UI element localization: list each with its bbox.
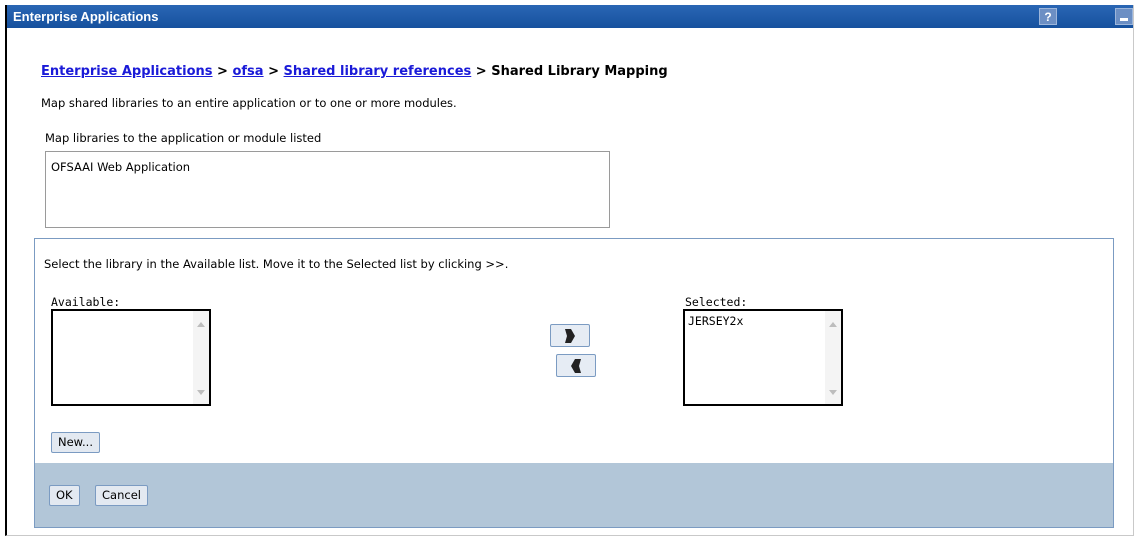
available-label: Available:	[51, 295, 121, 309]
mapping-target-value: OFSAAI Web Application	[51, 160, 191, 174]
ok-button[interactable]: OK	[49, 485, 80, 506]
breadcrumb-shared-library-references[interactable]: Shared library references	[284, 64, 472, 79]
page-description: Map shared libraries to an entire applic…	[41, 96, 457, 110]
breadcrumb-separator: >	[217, 64, 228, 79]
available-list[interactable]	[51, 309, 211, 406]
selected-item-jersey2x[interactable]: JERSEY2x	[688, 314, 743, 328]
move-left-button[interactable]	[556, 354, 596, 377]
button-bar: OK Cancel	[35, 463, 1113, 527]
mapping-target-box: OFSAAI Web Application	[45, 151, 610, 228]
scroll-down-icon[interactable]	[829, 390, 837, 395]
selected-list-scrollbar[interactable]	[825, 311, 841, 404]
scroll-up-icon[interactable]	[197, 322, 205, 327]
breadcrumb: Enterprise Applications > ofsa > Shared …	[41, 64, 668, 79]
breadcrumb-current: Shared Library Mapping	[491, 64, 668, 79]
arrow-right-icon	[565, 329, 575, 343]
help-icon[interactable]: ?	[1039, 8, 1057, 25]
selected-label: Selected:	[685, 295, 748, 309]
arrow-left-icon	[571, 359, 581, 373]
selected-list[interactable]: JERSEY2x	[683, 309, 843, 406]
move-right-button[interactable]	[550, 324, 590, 347]
portlet-title: Enterprise Applications	[13, 9, 159, 24]
library-instruction: Select the library in the Available list…	[44, 257, 509, 271]
breadcrumb-enterprise-applications[interactable]: Enterprise Applications	[41, 64, 213, 79]
breadcrumb-ofsa[interactable]: ofsa	[232, 64, 263, 79]
new-library-button[interactable]: New...	[51, 432, 100, 453]
portlet-titlebar: Enterprise Applications ?	[7, 5, 1133, 28]
minimize-icon[interactable]	[1115, 8, 1133, 25]
enterprise-applications-portlet: Enterprise Applications ? Enterprise App…	[5, 5, 1134, 536]
breadcrumb-separator: >	[475, 64, 487, 79]
library-selection-panel: Select the library in the Available list…	[34, 238, 1114, 528]
breadcrumb-separator: >	[268, 64, 280, 79]
scroll-up-icon[interactable]	[829, 322, 837, 327]
scroll-down-icon[interactable]	[197, 390, 205, 395]
mapping-label: Map libraries to the application or modu…	[45, 131, 322, 145]
cancel-button[interactable]: Cancel	[95, 485, 148, 506]
available-list-scrollbar[interactable]	[193, 311, 209, 404]
